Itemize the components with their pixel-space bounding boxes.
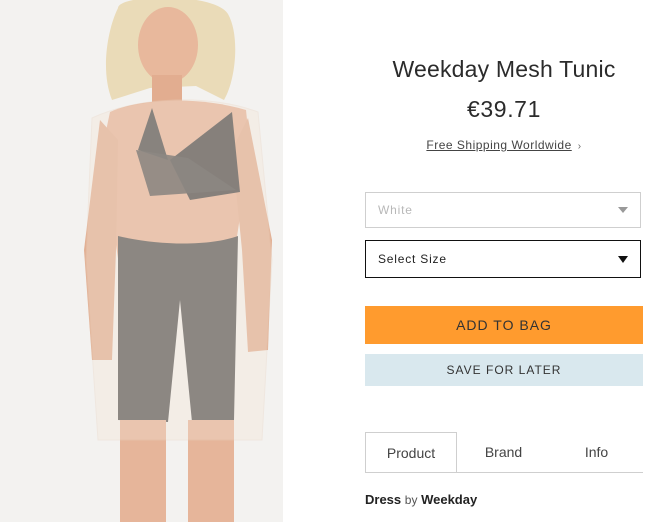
product-image[interactable]: [0, 0, 283, 522]
save-for-later-button[interactable]: SAVE FOR LATER: [365, 354, 643, 386]
chevron-down-icon: [618, 207, 628, 213]
size-select[interactable]: Select Size: [365, 240, 641, 278]
tab-brand[interactable]: Brand: [457, 432, 550, 472]
product-title: Weekday Mesh Tunic: [392, 56, 616, 82]
colour-select[interactable]: White: [365, 192, 641, 228]
description-brand: Weekday: [421, 492, 478, 507]
tab-info[interactable]: Info: [550, 432, 643, 472]
tab-product[interactable]: Product: [365, 432, 457, 472]
free-shipping-link[interactable]: Free Shipping Worldwide: [426, 138, 571, 152]
add-to-bag-button[interactable]: ADD TO BAG: [365, 306, 643, 344]
size-select-value: Select Size: [378, 252, 447, 266]
colour-select-value: White: [378, 203, 413, 217]
description-category: Dress: [365, 492, 402, 507]
product-info-tabs: Product Brand Info: [365, 432, 643, 473]
shipping-info: Free Shipping Worldwide ›: [365, 138, 643, 152]
chevron-right-icon: ›: [577, 141, 582, 152]
chevron-down-icon: [618, 255, 628, 263]
description-by: by: [404, 493, 418, 507]
product-description: Dress by Weekday: [365, 492, 477, 507]
product-price: €39.71: [467, 96, 541, 122]
